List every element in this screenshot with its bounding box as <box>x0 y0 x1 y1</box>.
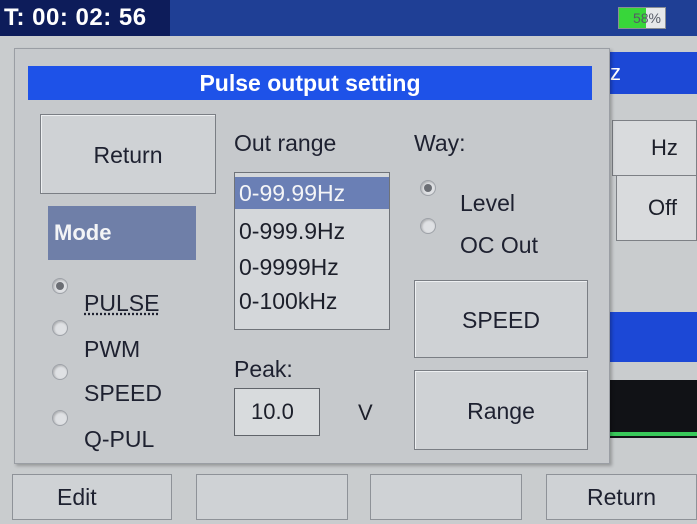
out-range-label: Out range <box>234 130 337 156</box>
speed-button[interactable]: SPEED <box>414 280 588 358</box>
mode-radio-pulse[interactable] <box>52 278 68 294</box>
elapsed-timer: T: 00: 02: 56 <box>0 0 170 36</box>
background-unit-box: Hz <box>612 120 697 176</box>
dialog-title: Pulse output setting <box>28 66 592 100</box>
softkey-return[interactable]: Return <box>546 474 697 520</box>
softkey-2[interactable] <box>196 474 348 520</box>
out-range-list[interactable]: 0-99.99Hz 0-999.9Hz 0-9999Hz 0-100kHz <box>234 172 390 330</box>
mode-label-qpul[interactable]: Q-PUL <box>84 426 154 452</box>
range-item-0-99-99hz[interactable]: 0-99.99Hz <box>235 177 389 209</box>
way-label-oc-out[interactable]: OC Out <box>460 232 538 258</box>
range-button[interactable]: Range <box>414 370 588 450</box>
background-trace-line <box>606 432 697 436</box>
peak-unit-label: V <box>358 400 373 425</box>
mode-radio-speed[interactable] <box>52 364 68 380</box>
range-item-0-9999hz[interactable]: 0-9999Hz <box>235 251 389 283</box>
background-header-fragment: z <box>606 52 697 94</box>
mode-radio-pwm[interactable] <box>52 320 68 336</box>
mode-label-pulse[interactable]: PULSE <box>84 290 159 316</box>
softkey-edit[interactable]: Edit <box>12 474 172 520</box>
battery-percentage: 58% <box>632 10 661 26</box>
softkey-3[interactable] <box>370 474 522 520</box>
battery-indicator: 58% <box>618 7 666 29</box>
mode-label-pwm[interactable]: PWM <box>84 336 140 362</box>
way-label-level[interactable]: Level <box>460 190 515 216</box>
way-radio-oc-out[interactable] <box>420 218 436 234</box>
peak-voltage-input[interactable]: 10.0 <box>234 388 320 436</box>
background-state-box: Off <box>616 175 697 241</box>
way-label: Way: <box>414 130 466 156</box>
background-blue-band <box>606 312 697 362</box>
background-waveform-area <box>606 380 697 438</box>
mode-radio-qpul[interactable] <box>52 410 68 426</box>
range-item-0-100khz[interactable]: 0-100kHz <box>235 285 389 317</box>
mode-label: Mode <box>48 206 196 260</box>
return-button[interactable]: Return <box>40 114 216 194</box>
range-item-0-999-9hz[interactable]: 0-999.9Hz <box>235 215 389 247</box>
mode-label-speed[interactable]: SPEED <box>84 380 162 406</box>
peak-label: Peak: <box>234 356 293 382</box>
way-radio-level[interactable] <box>420 180 436 196</box>
